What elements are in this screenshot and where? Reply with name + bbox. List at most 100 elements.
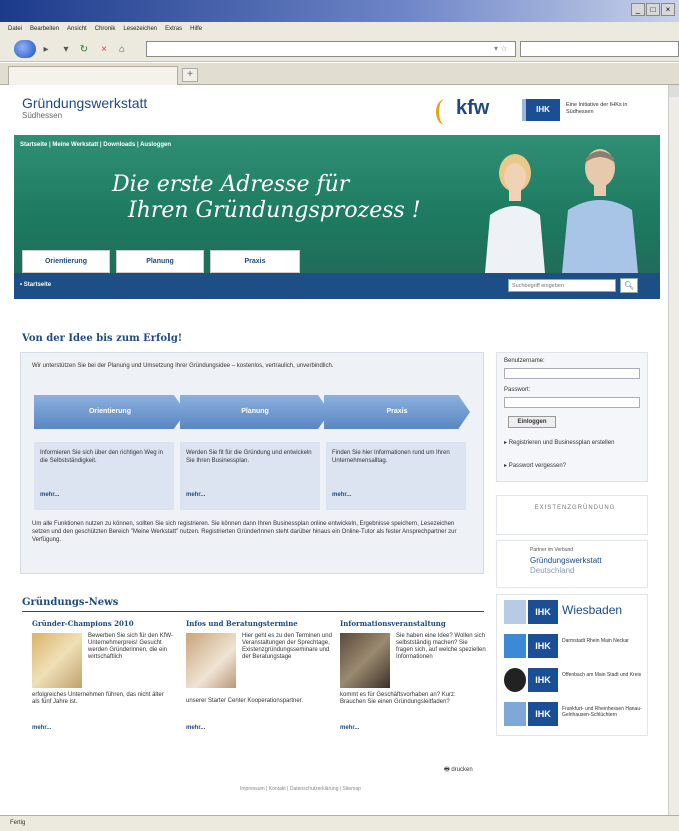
url-dropdown-icon[interactable]: ▾ ☆ xyxy=(494,41,507,57)
more-link[interactable]: mehr... xyxy=(340,725,359,731)
scrollbar-thumb[interactable] xyxy=(669,85,679,97)
new-tab-button[interactable]: + xyxy=(182,68,198,82)
browser-search-input[interactable] xyxy=(520,41,679,57)
intro-text: Wir unterstützen Sie bei der Planung und… xyxy=(32,363,334,369)
news-text: Hier geht es zu den Terminen und Veranst… xyxy=(242,633,332,660)
browser-tab[interactable] xyxy=(8,66,178,85)
status-bar: Fertig xyxy=(0,815,679,831)
menu-bar: Datei Bearbeiten Ansicht Chronik Lesezei… xyxy=(0,22,679,36)
more-link[interactable]: mehr... xyxy=(186,492,205,498)
vertical-scrollbar[interactable] xyxy=(668,85,679,815)
ihk-offenbach-emblem xyxy=(504,668,526,692)
forward-icon[interactable]: ▸ xyxy=(40,44,52,56)
news-text: Sie haben eine Idee? Wollen sich selbsts… xyxy=(396,633,486,660)
brand-title[interactable]: Gründungswerkstatt xyxy=(22,95,147,111)
news-title[interactable]: Gründer-Champions 2010 xyxy=(32,619,134,628)
dropdown-icon[interactable]: ▾ xyxy=(60,44,72,56)
register-link-label: Registrieren und Businessplan erstellen xyxy=(508,440,615,446)
kfw-logo[interactable]: kfw xyxy=(456,97,489,120)
more-link[interactable]: mehr... xyxy=(186,725,205,731)
print-label: drucken xyxy=(451,767,473,773)
partner-name: Gründungswerkstatt xyxy=(530,556,602,565)
menu-file[interactable]: Datei xyxy=(8,26,22,32)
news-heading: Gründungs-News xyxy=(22,597,119,608)
maximize-button[interactable]: □ xyxy=(646,3,660,16)
partner-label: Partner im Verbund xyxy=(530,547,574,553)
step-planung[interactable]: Planung xyxy=(180,395,330,429)
breadcrumb[interactable]: • Startseite xyxy=(20,282,51,288)
partner-country: Deutschland xyxy=(530,566,575,575)
login-button[interactable]: Einloggen xyxy=(508,416,556,428)
password-field[interactable] xyxy=(504,397,640,408)
menu-view[interactable]: Ansicht xyxy=(67,26,87,32)
footer-links[interactable]: Impressum | Kontakt | Datenschutzerkläru… xyxy=(240,786,361,792)
print-link[interactable]: 🖶︎ drucken xyxy=(444,765,473,775)
more-link[interactable]: mehr... xyxy=(332,492,351,498)
ihk-wiesbaden-name: Wiesbaden xyxy=(562,603,623,617)
step-orientierung[interactable]: Orientierung xyxy=(34,395,186,429)
column-text: Informieren Sie sich über den richtigen … xyxy=(40,450,163,464)
search-icon[interactable]: 🔍︎ xyxy=(620,278,638,293)
forgot-password-label: Passwort vergessen? xyxy=(508,463,567,469)
ihk-darmstadt-emblem xyxy=(504,634,526,658)
tab-praxis[interactable]: Praxis xyxy=(210,250,300,273)
news-image xyxy=(186,633,236,688)
menu-tools[interactable]: Extras xyxy=(165,26,182,32)
section-heading: Von der Idee bis zum Erfolg! xyxy=(22,333,183,344)
news-divider xyxy=(22,611,484,612)
menu-history[interactable]: Chronik xyxy=(95,26,116,32)
menu-edit[interactable]: Bearbeiten xyxy=(30,26,59,32)
column-text: Werden Sie fit für die Gründung und entw… xyxy=(186,450,312,464)
top-navigation[interactable]: Startseite | Meine Werkstatt | Downloads… xyxy=(20,142,171,148)
news-text-cont: kommt es für Geschäftsvorhaben an? Kurz:… xyxy=(340,692,456,705)
register-link[interactable]: ▸ Registrieren und Businessplan erstelle… xyxy=(504,440,644,447)
menu-help[interactable]: Hilfe xyxy=(190,26,202,32)
ihk-offenbach-logo[interactable]: IHK xyxy=(528,668,558,692)
tab-orientierung[interactable]: Orientierung xyxy=(22,250,110,273)
existenzgruendung-logo[interactable] xyxy=(496,495,648,535)
ihk-wiesbaden-emblem xyxy=(504,600,526,624)
close-button[interactable]: × xyxy=(661,3,675,16)
ihk-hanau-text: Frankfurt- und Rheinhessen Hanau-Gelnhau… xyxy=(562,706,642,718)
ihk-darmstadt-text: Darmstadt Rhein Main Neckar xyxy=(562,638,629,644)
more-link[interactable]: mehr... xyxy=(40,492,59,498)
back-button[interactable] xyxy=(14,40,36,58)
site-search-input[interactable] xyxy=(508,279,616,292)
slogan-line-2: Ihren Gründungsprozess ! xyxy=(128,198,421,223)
ihk-darmstadt-logo[interactable]: IHK xyxy=(528,634,558,658)
window-controls: _ □ × xyxy=(631,3,675,16)
ihk-logo[interactable]: IHK xyxy=(526,99,560,121)
reload-icon[interactable]: ↻ xyxy=(78,44,90,56)
news-text-cont: unserer Starter Center Kooperationspartn… xyxy=(186,698,304,704)
home-icon[interactable]: ⌂ xyxy=(116,44,128,56)
step-praxis[interactable]: Praxis xyxy=(324,395,470,429)
stop-icon[interactable]: × xyxy=(98,44,110,56)
tab-planung[interactable]: Planung xyxy=(116,250,204,273)
ihk-hanau-logo[interactable]: IHK xyxy=(528,702,558,726)
founder-man-image xyxy=(562,149,638,273)
news-title[interactable]: Infos und Beratungstermine xyxy=(186,619,298,628)
ihk-initiative-text: Eine Initiative der IHKs in Südhessen xyxy=(566,102,628,115)
ihk-offenbach-text: Offenbach am Main Stadt und Kreis xyxy=(562,672,642,678)
news-image xyxy=(32,633,82,688)
column-text: Finden Sie hier Informationen rund um Ih… xyxy=(332,450,450,464)
username-label: Benutzername: xyxy=(504,358,545,364)
more-link[interactable]: mehr... xyxy=(32,725,51,731)
password-label: Passwort: xyxy=(504,387,531,393)
news-text-cont: erfolgreiches Unternehmen führen, das ni… xyxy=(32,692,164,705)
minimize-button[interactable]: _ xyxy=(631,3,645,16)
forgot-password-link[interactable]: ▸ Passwort vergessen? xyxy=(504,463,566,470)
ihk-wiesbaden-logo[interactable]: IHK xyxy=(528,600,558,624)
window-titlebar[interactable] xyxy=(0,0,679,22)
username-field[interactable] xyxy=(504,368,640,379)
url-input[interactable] xyxy=(146,41,516,57)
news-text: Bewerben Sie sich für den KfW-Unternehme… xyxy=(88,633,173,660)
news-title[interactable]: Informationsveranstaltung xyxy=(340,619,446,628)
printer-icon: 🖶︎ xyxy=(444,767,450,773)
slogan-line-1: Die erste Adresse für xyxy=(112,172,350,197)
menu-bookmarks[interactable]: Lesezeichen xyxy=(123,26,157,32)
founder-woman-image xyxy=(485,154,545,273)
news-image xyxy=(340,633,390,688)
existenzgruendung-text: EXISTENZGRÜNDUNG xyxy=(534,505,616,511)
ihk-hanau-emblem xyxy=(504,702,526,726)
